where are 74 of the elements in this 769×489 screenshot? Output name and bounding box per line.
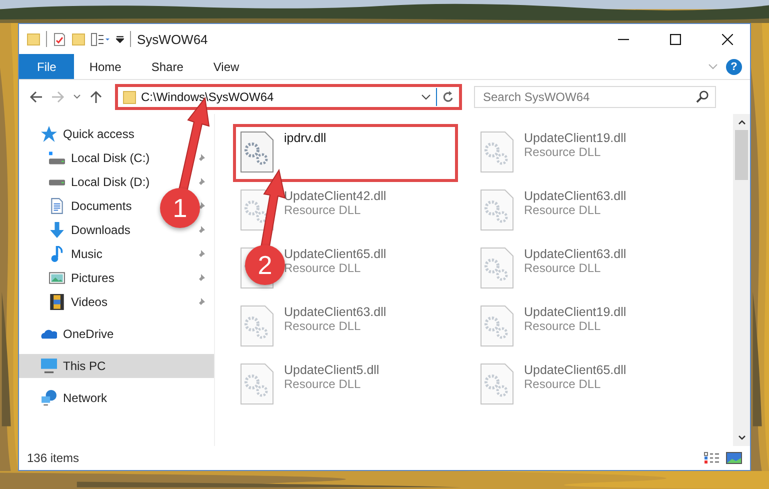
checklist-icon[interactable] (53, 32, 66, 46)
sidebar-item[interactable]: This PC (19, 354, 214, 378)
folder-icon (123, 90, 136, 104)
tiles-view-icon[interactable] (726, 452, 742, 464)
search-field[interactable]: Search SysWOW64 (474, 86, 716, 108)
chevron-down-icon[interactable] (738, 435, 746, 441)
sidebar-item[interactable]: Local Disk (C:) (49, 146, 150, 170)
file-name[interactable]: UpdateClient19.dll (524, 131, 626, 145)
file-type: Resource DLL (284, 319, 361, 333)
file-type: Resource DLL (284, 261, 361, 275)
sidebar-item[interactable]: Quick access (41, 122, 134, 146)
file-type: Resource DLL (284, 203, 361, 217)
sidebar-item[interactable]: Videos (49, 290, 108, 314)
close-icon (722, 34, 732, 44)
file-name[interactable]: UpdateClient42.dll (284, 189, 386, 203)
dll-file-icon (480, 305, 514, 347)
star-icon (41, 126, 57, 142)
pictures-icon (49, 270, 65, 286)
file-type: Resource DLL (284, 377, 361, 391)
dropdown-icon[interactable] (116, 36, 124, 42)
sidebar-item[interactable]: Network (41, 386, 108, 410)
ribbon-tab[interactable]: File (19, 54, 74, 79)
sidebar-item[interactable]: Music (49, 242, 102, 266)
file-name[interactable]: UpdateClient63.dll (284, 305, 386, 319)
sidebar-item[interactable]: Documents (49, 194, 132, 218)
sidebar-item[interactable]: Downloads (49, 218, 130, 242)
dll-file-icon (480, 363, 514, 405)
document-icon (49, 198, 65, 214)
file-type: Resource DLL (524, 203, 601, 217)
back-arrow-icon[interactable] (29, 90, 43, 104)
scrollbar-thumb[interactable] (735, 130, 748, 180)
search-icon (696, 90, 709, 103)
monitor-icon (41, 358, 57, 374)
scrollbar[interactable] (733, 114, 750, 446)
window-title: SysWOW64 (137, 32, 208, 46)
address-path: C:\Windows\SysWOW64 (141, 90, 275, 104)
file-type: Resource DLL (524, 145, 601, 159)
sidebar-item[interactable]: Local Disk (D:) (49, 170, 150, 194)
sidebar-item[interactable]: Pictures (49, 266, 114, 290)
sidebar-item[interactable]: OneDrive (41, 322, 114, 346)
properties-icon[interactable] (91, 32, 110, 46)
dll-file-icon (240, 131, 274, 173)
up-arrow-icon[interactable] (89, 90, 103, 104)
help-button[interactable]: ? (726, 58, 742, 74)
address-bar[interactable]: C:\Windows\SysWOW64 (115, 84, 462, 110)
maximize-icon (670, 34, 680, 44)
file-name[interactable]: ipdrv.dll (284, 131, 326, 145)
file-name[interactable]: UpdateClient5.dll (284, 363, 380, 377)
drive-icon (49, 150, 65, 166)
file-type: Resource DLL (524, 261, 601, 275)
refresh-icon[interactable] (441, 90, 455, 104)
file-type: Resource DLL (524, 377, 601, 391)
dll-file-icon (240, 363, 274, 405)
film-icon (49, 294, 65, 310)
ribbon-tab[interactable]: Share (136, 54, 198, 79)
ribbon-tab[interactable]: Home (74, 54, 136, 79)
chevron-down-icon[interactable] (421, 94, 431, 100)
file-name[interactable]: UpdateClient19.dll (524, 305, 626, 319)
dll-file-icon (480, 189, 514, 231)
dll-file-icon (240, 305, 274, 347)
download-icon (49, 222, 65, 238)
chevron-up-icon[interactable] (738, 119, 746, 125)
file-type: Resource DLL (524, 319, 601, 333)
dll-file-icon (480, 247, 514, 289)
file-name[interactable]: UpdateClient65.dll (524, 363, 626, 377)
item-count: 136 items (27, 451, 80, 465)
music-note-icon (49, 246, 65, 262)
dll-file-icon (480, 131, 514, 173)
network-icon (41, 390, 57, 406)
file-name[interactable]: UpdateClient65.dll (284, 247, 386, 261)
ribbon-tab[interactable]: View (198, 54, 254, 79)
details-view-icon[interactable] (704, 452, 720, 464)
file-name[interactable]: UpdateClient63.dll (524, 189, 626, 203)
file-name[interactable]: UpdateClient63.dll (524, 247, 626, 261)
